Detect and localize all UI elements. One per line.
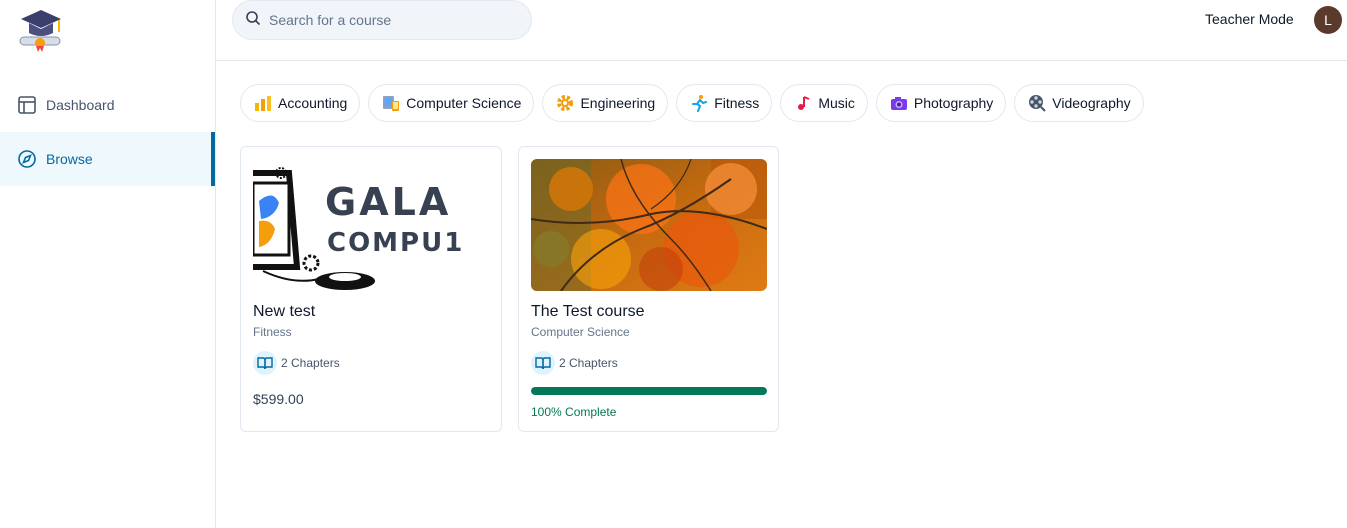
chapter-count-label: 2 Chapters [281, 356, 340, 370]
top-bar: Teacher Mode L [216, 0, 1347, 61]
progress-label: 100% Complete [531, 405, 617, 419]
category-music[interactable]: Music [780, 84, 868, 122]
category-computer-science[interactable]: Computer Science [368, 84, 535, 122]
category-engineering[interactable]: Engineering [542, 84, 669, 122]
course-category: Fitness [253, 325, 292, 339]
course-title[interactable]: The Test course [531, 303, 645, 321]
sidebar-item-dashboard[interactable]: Dashboard [0, 78, 215, 132]
sidebar-item-label: Dashboard [46, 97, 115, 113]
galaxy-computer-logo-image: GALA COMPU1 [253, 159, 489, 291]
layout-icon [16, 94, 38, 116]
course-title[interactable]: New test [253, 303, 315, 321]
avatar[interactable]: L [1314, 6, 1342, 34]
autumn-tree-image [531, 159, 767, 291]
course-category: Computer Science [531, 325, 630, 339]
category-label: Videography [1052, 95, 1131, 111]
graduation-cap-icon[interactable] [17, 6, 65, 52]
category-fitness[interactable]: Fitness [676, 84, 773, 122]
category-accounting[interactable]: Accounting [240, 84, 361, 122]
category-label: Engineering [580, 95, 656, 111]
progress-fill [531, 387, 767, 395]
search-icon [245, 10, 261, 31]
course-card[interactable]: The Test course Computer Science 2 Chapt… [518, 146, 779, 432]
category-label: Computer Science [406, 95, 522, 111]
compass-icon [16, 148, 38, 170]
thumb-text-2: COMPU1 [327, 228, 464, 258]
search-input[interactable] [269, 12, 509, 28]
course-price: $599.00 [253, 391, 304, 407]
running-icon [690, 94, 708, 112]
sidebar: Dashboard Browse [0, 0, 216, 528]
category-label: Photography [913, 95, 994, 111]
category-label: Fitness [714, 95, 760, 111]
camera-icon [890, 94, 908, 112]
category-label: Music [818, 95, 855, 111]
devices-icon [382, 94, 400, 112]
progress-bar [531, 387, 767, 395]
course-card[interactable]: GALA COMPU1 New test Fitness 2 Chapters … [240, 146, 502, 432]
thumb-text-1: GALA [325, 180, 451, 224]
book-open-icon [531, 351, 555, 375]
music-note-icon [794, 94, 812, 112]
sidebar-item-label: Browse [46, 151, 93, 167]
category-videography[interactable]: Videography [1014, 84, 1144, 122]
gear-icon [556, 94, 574, 112]
film-reel-icon [1028, 94, 1046, 112]
chapter-count-label: 2 Chapters [559, 356, 618, 370]
teacher-mode-button[interactable]: Teacher Mode [1205, 11, 1294, 27]
book-open-icon [253, 351, 277, 375]
sidebar-item-browse[interactable]: Browse [0, 132, 215, 186]
chapter-count: 2 Chapters [253, 351, 340, 375]
chapter-count: 2 Chapters [531, 351, 618, 375]
search-bar[interactable] [232, 0, 532, 40]
category-label: Accounting [278, 95, 348, 111]
category-list: Accounting Computer Science Engineering … [240, 84, 1144, 122]
bar-chart-icon [254, 94, 272, 112]
category-photography[interactable]: Photography [875, 84, 1007, 122]
